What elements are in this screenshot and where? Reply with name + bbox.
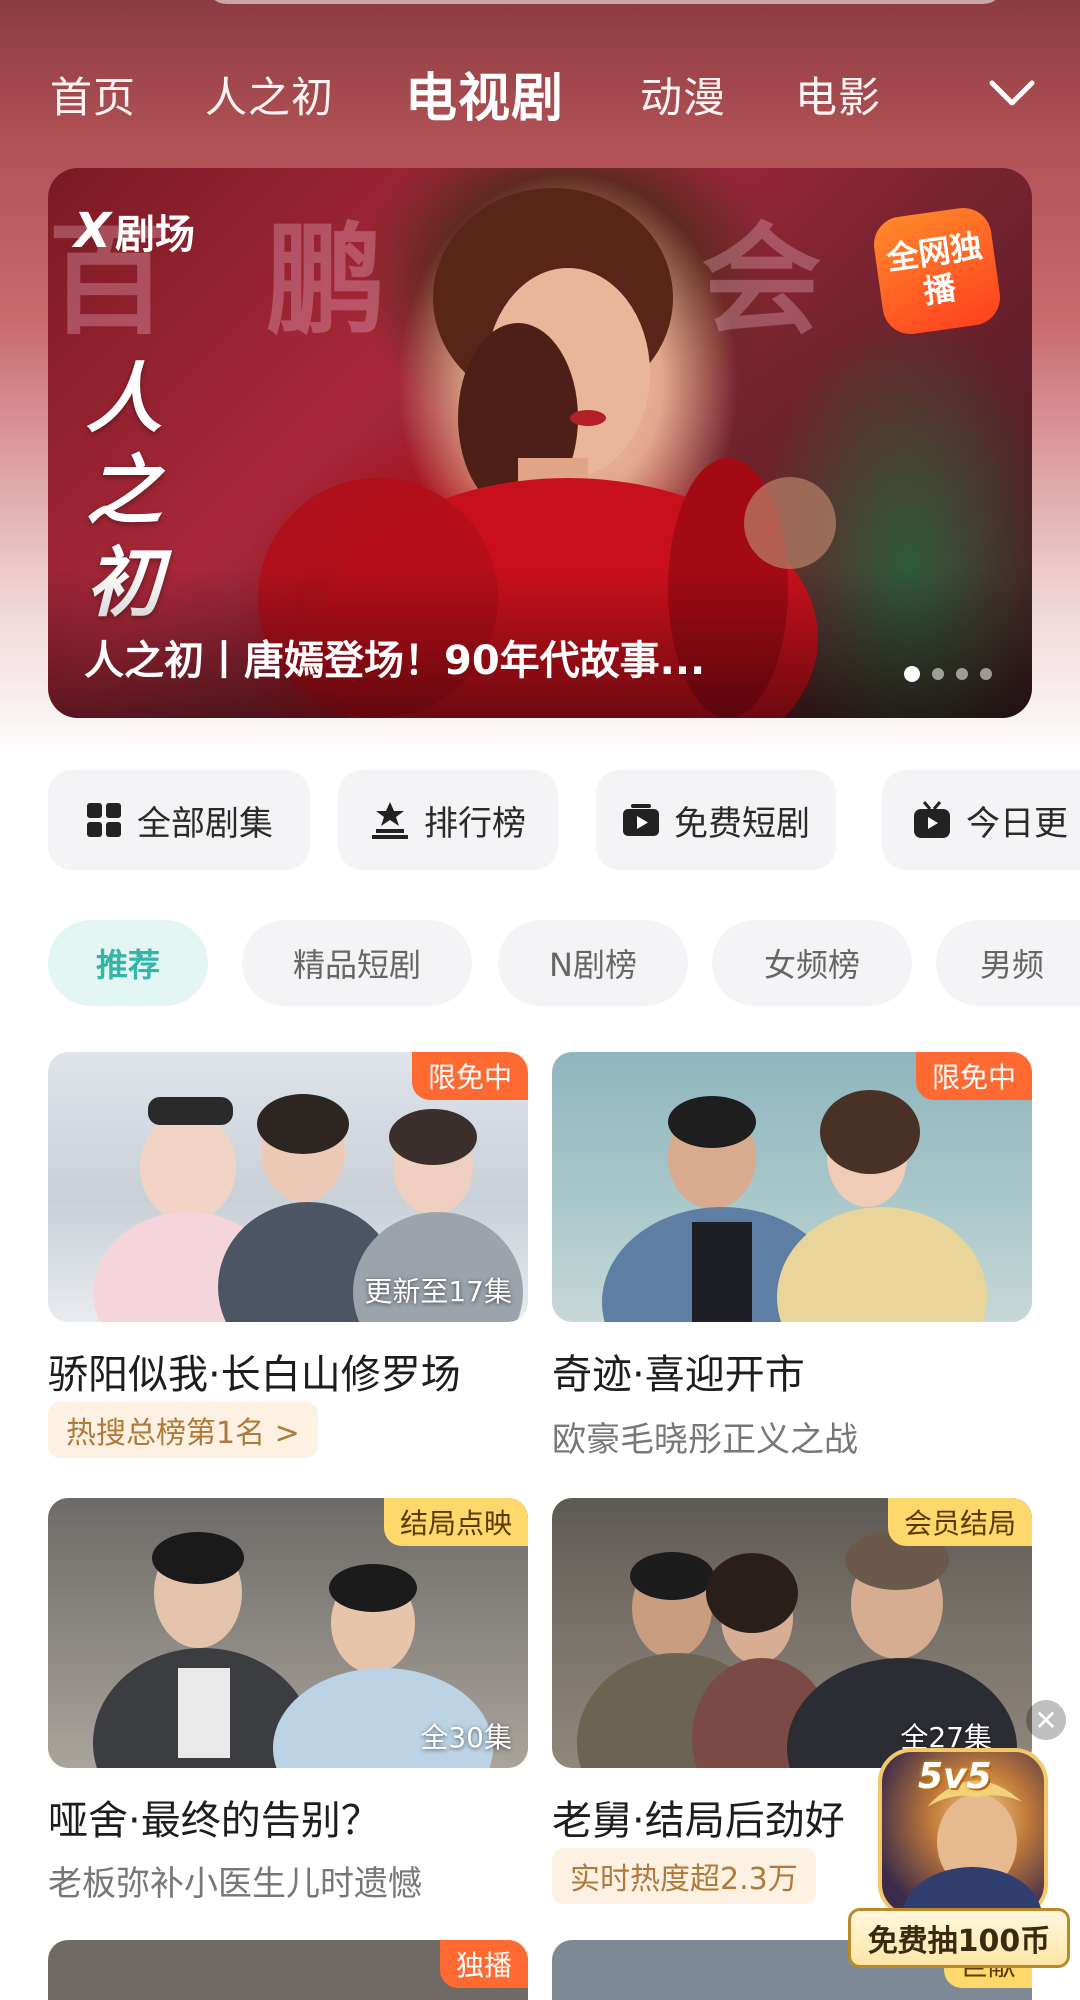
ranking-label: 排行榜 xyxy=(424,803,526,844)
pill-recommended[interactable]: 推荐 xyxy=(48,920,208,1006)
exclusive-badge: 全网独播 xyxy=(870,204,1004,338)
carousel-indicator xyxy=(904,666,992,682)
all-series-label: 全部剧集 xyxy=(137,803,273,844)
close-icon[interactable]: ✕ xyxy=(1026,1700,1066,1740)
x-brand-icon: X xyxy=(74,203,112,259)
drama-title: 老舅·结局后劲好 xyxy=(552,1798,845,1844)
ranking-icon xyxy=(372,802,408,839)
tab-anime[interactable]: 动漫 xyxy=(640,64,726,125)
today-updates-label: 今日更 xyxy=(966,803,1068,844)
heat-chip[interactable]: 实时热度超2.3万 xyxy=(552,1848,816,1904)
game-icon[interactable]: 5v5 xyxy=(878,1748,1048,1918)
free-short-drama-button[interactable]: 免费短剧 xyxy=(596,770,836,870)
episode-count: 全30集 xyxy=(420,1721,512,1754)
floating-game-ad[interactable]: ✕ 5v5 免费抽100币 xyxy=(848,1700,1080,1968)
banner-brand-label: 剧场 xyxy=(115,212,196,258)
status-tag: 限免中 xyxy=(915,1052,1032,1100)
ad-label: 免费抽100币 xyxy=(848,1908,1070,1968)
tv-play-icon xyxy=(623,804,659,836)
status-tag: 结局点映 xyxy=(383,1498,528,1546)
pill-premium-short[interactable]: 精品短剧 xyxy=(242,920,472,1006)
hot-rank-chip[interactable]: 热搜总榜第1名 > xyxy=(48,1402,318,1458)
tab-movies[interactable]: 电影 xyxy=(795,64,881,125)
status-tag: 限免中 xyxy=(411,1052,528,1100)
chevron-down-icon[interactable] xyxy=(984,66,1040,122)
hero-banner[interactable]: 百 鹏 宴 会 X 剧场 人之初 全网独播 人之初丨唐嫣登场！90年代故事... xyxy=(48,168,1032,718)
drama-thumbnail: 会员结局 全27集 xyxy=(552,1498,1032,1768)
pill-male-ranking[interactable]: 男频 xyxy=(936,920,1080,1006)
drama-card-peek[interactable]: 独播 xyxy=(48,1940,528,2000)
game-logo: 5v5 xyxy=(918,1756,992,1797)
pill-n-ranking[interactable]: N剧榜 xyxy=(498,920,688,1006)
status-tag: 会员结局 xyxy=(887,1498,1032,1546)
today-updates-button[interactable]: 今日更 xyxy=(882,770,1080,870)
quick-entries: 全部剧集 排行榜 免费短剧 今日更 xyxy=(48,770,1080,870)
all-series-button[interactable]: 全部剧集 xyxy=(48,770,310,870)
tv-icon xyxy=(914,801,950,838)
drama-thumbnail: 限免中 xyxy=(552,1052,1032,1322)
drama-title: 骄阳似我·长白山修罗场 xyxy=(48,1352,461,1398)
tab-renzhichu[interactable]: 人之初 xyxy=(205,64,334,125)
top-nav: 首页 人之初 电视剧 动漫 电影 xyxy=(0,52,1080,132)
category-pills: 推荐 精品短剧 N剧榜 女频榜 男频 xyxy=(48,920,1080,1006)
tab-home[interactable]: 首页 xyxy=(50,64,136,125)
tab-tv-series[interactable]: 电视剧 xyxy=(405,56,564,131)
episode-count: 更新至17集 xyxy=(364,1275,512,1308)
carousel-dot xyxy=(980,668,992,680)
carousel-dot xyxy=(904,666,920,682)
free-short-drama-label: 免费短剧 xyxy=(674,803,810,844)
banner-caption: 人之初丨唐嫣登场！90年代故事... xyxy=(84,638,706,684)
banner-brand: X 剧场 xyxy=(74,202,195,260)
grid-icon xyxy=(87,803,121,837)
drama-title: 哑舍·最终的告别？ xyxy=(48,1798,381,1844)
pill-female-ranking[interactable]: 女频榜 xyxy=(712,920,912,1006)
carousel-dot xyxy=(956,668,968,680)
carousel-dot xyxy=(932,668,944,680)
drama-title: 奇迹·喜迎开市 xyxy=(552,1352,805,1398)
drama-subtitle: 欧豪毛晓彤正义之战 xyxy=(552,1420,858,1460)
ranking-button[interactable]: 排行榜 xyxy=(338,770,558,870)
search-bar-edge[interactable] xyxy=(205,0,1005,4)
drama-thumbnail: 结局点映 全30集 xyxy=(48,1498,528,1768)
drama-subtitle: 老板弥补小医生儿时遗憾 xyxy=(48,1864,422,1904)
drama-thumbnail: 限免中 更新至17集 xyxy=(48,1052,528,1322)
status-tag: 独播 xyxy=(439,1940,528,1988)
